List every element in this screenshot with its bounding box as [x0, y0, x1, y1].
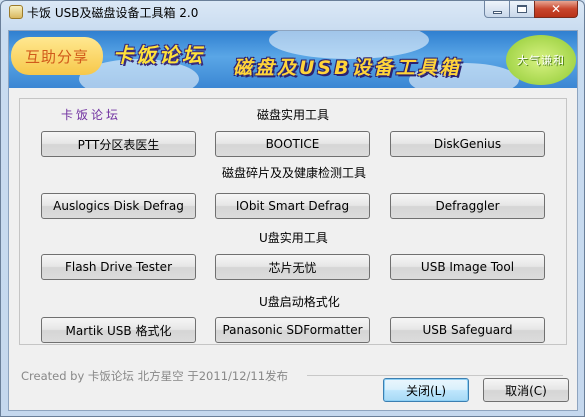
section-defrag-health: 磁盘碎片及及健康检测工具 — [222, 166, 367, 180]
maximize-button[interactable] — [509, 1, 535, 18]
section-disk-tools: 磁盘实用工具 — [257, 108, 330, 122]
diskgenius-button[interactable]: DiskGenius — [390, 131, 545, 157]
dialog-client-area: 互助分享 卡饭论坛 磁盘及USB设备工具箱 大气谦和 卡饭论坛 磁盘实用工具 P… — [8, 30, 578, 411]
usb-safeguard-button[interactable]: USB Safeguard — [390, 317, 545, 343]
close-icon: ✕ — [550, 2, 562, 16]
close-button[interactable]: 关闭(L) — [383, 378, 469, 402]
forum-link[interactable]: 卡饭论坛 — [61, 106, 121, 123]
mutual-share-label: 互助分享 — [24, 47, 89, 66]
bootice-button[interactable]: BOOTICE — [215, 131, 370, 157]
banner-brand: 卡饭论坛 — [113, 43, 205, 67]
iobit-button[interactable]: IObit Smart Defrag — [215, 193, 370, 219]
minimize-icon — [492, 10, 502, 14]
banner-title: 磁盘及USB设备工具箱 — [233, 57, 462, 79]
title-bar[interactable]: 卡饭 USB及磁盘设备工具箱 2.0 ✕ — [1, 1, 584, 23]
martik-button[interactable]: Martik USB 格式化 — [41, 317, 196, 343]
footer-divider — [307, 375, 563, 376]
cancel-button[interactable]: 取消(C) — [483, 378, 569, 402]
mutual-share-badge: 互助分享 — [11, 37, 103, 75]
flash-tester-button[interactable]: Flash Drive Tester — [41, 254, 196, 280]
section-usb-boot-format: U盘启动格式化 — [259, 295, 340, 309]
header-banner: 互助分享 卡饭论坛 磁盘及USB设备工具箱 大气谦和 — [9, 31, 577, 88]
credit-text: Created by 卡饭论坛 北方星空 于2011/12/11发布 — [21, 369, 289, 383]
panasonic-button[interactable]: Panasonic SDFormatter — [215, 317, 370, 343]
defraggler-button[interactable]: Defraggler — [390, 193, 545, 219]
minimize-button[interactable] — [484, 1, 510, 18]
tagline-label: 大气谦和 — [517, 54, 565, 67]
ptt-button[interactable]: PTT分区表医生 — [41, 131, 196, 157]
app-icon — [9, 5, 23, 19]
main-window: 卡饭 USB及磁盘设备工具箱 2.0 ✕ 互助分享 卡饭论坛 磁盘及USB设备工… — [0, 0, 585, 417]
section-usb-tools: U盘实用工具 — [259, 231, 328, 245]
maximize-icon — [517, 5, 527, 13]
usb-image-tool-button[interactable]: USB Image Tool — [390, 254, 545, 280]
chip-wuyou-button[interactable]: 芯片无忧 — [215, 254, 370, 280]
auslogics-button[interactable]: Auslogics Disk Defrag — [41, 193, 196, 219]
close-window-button[interactable]: ✕ — [534, 1, 578, 18]
window-title: 卡饭 USB及磁盘设备工具箱 2.0 — [27, 6, 199, 20]
tagline-badge: 大气谦和 — [506, 35, 576, 85]
